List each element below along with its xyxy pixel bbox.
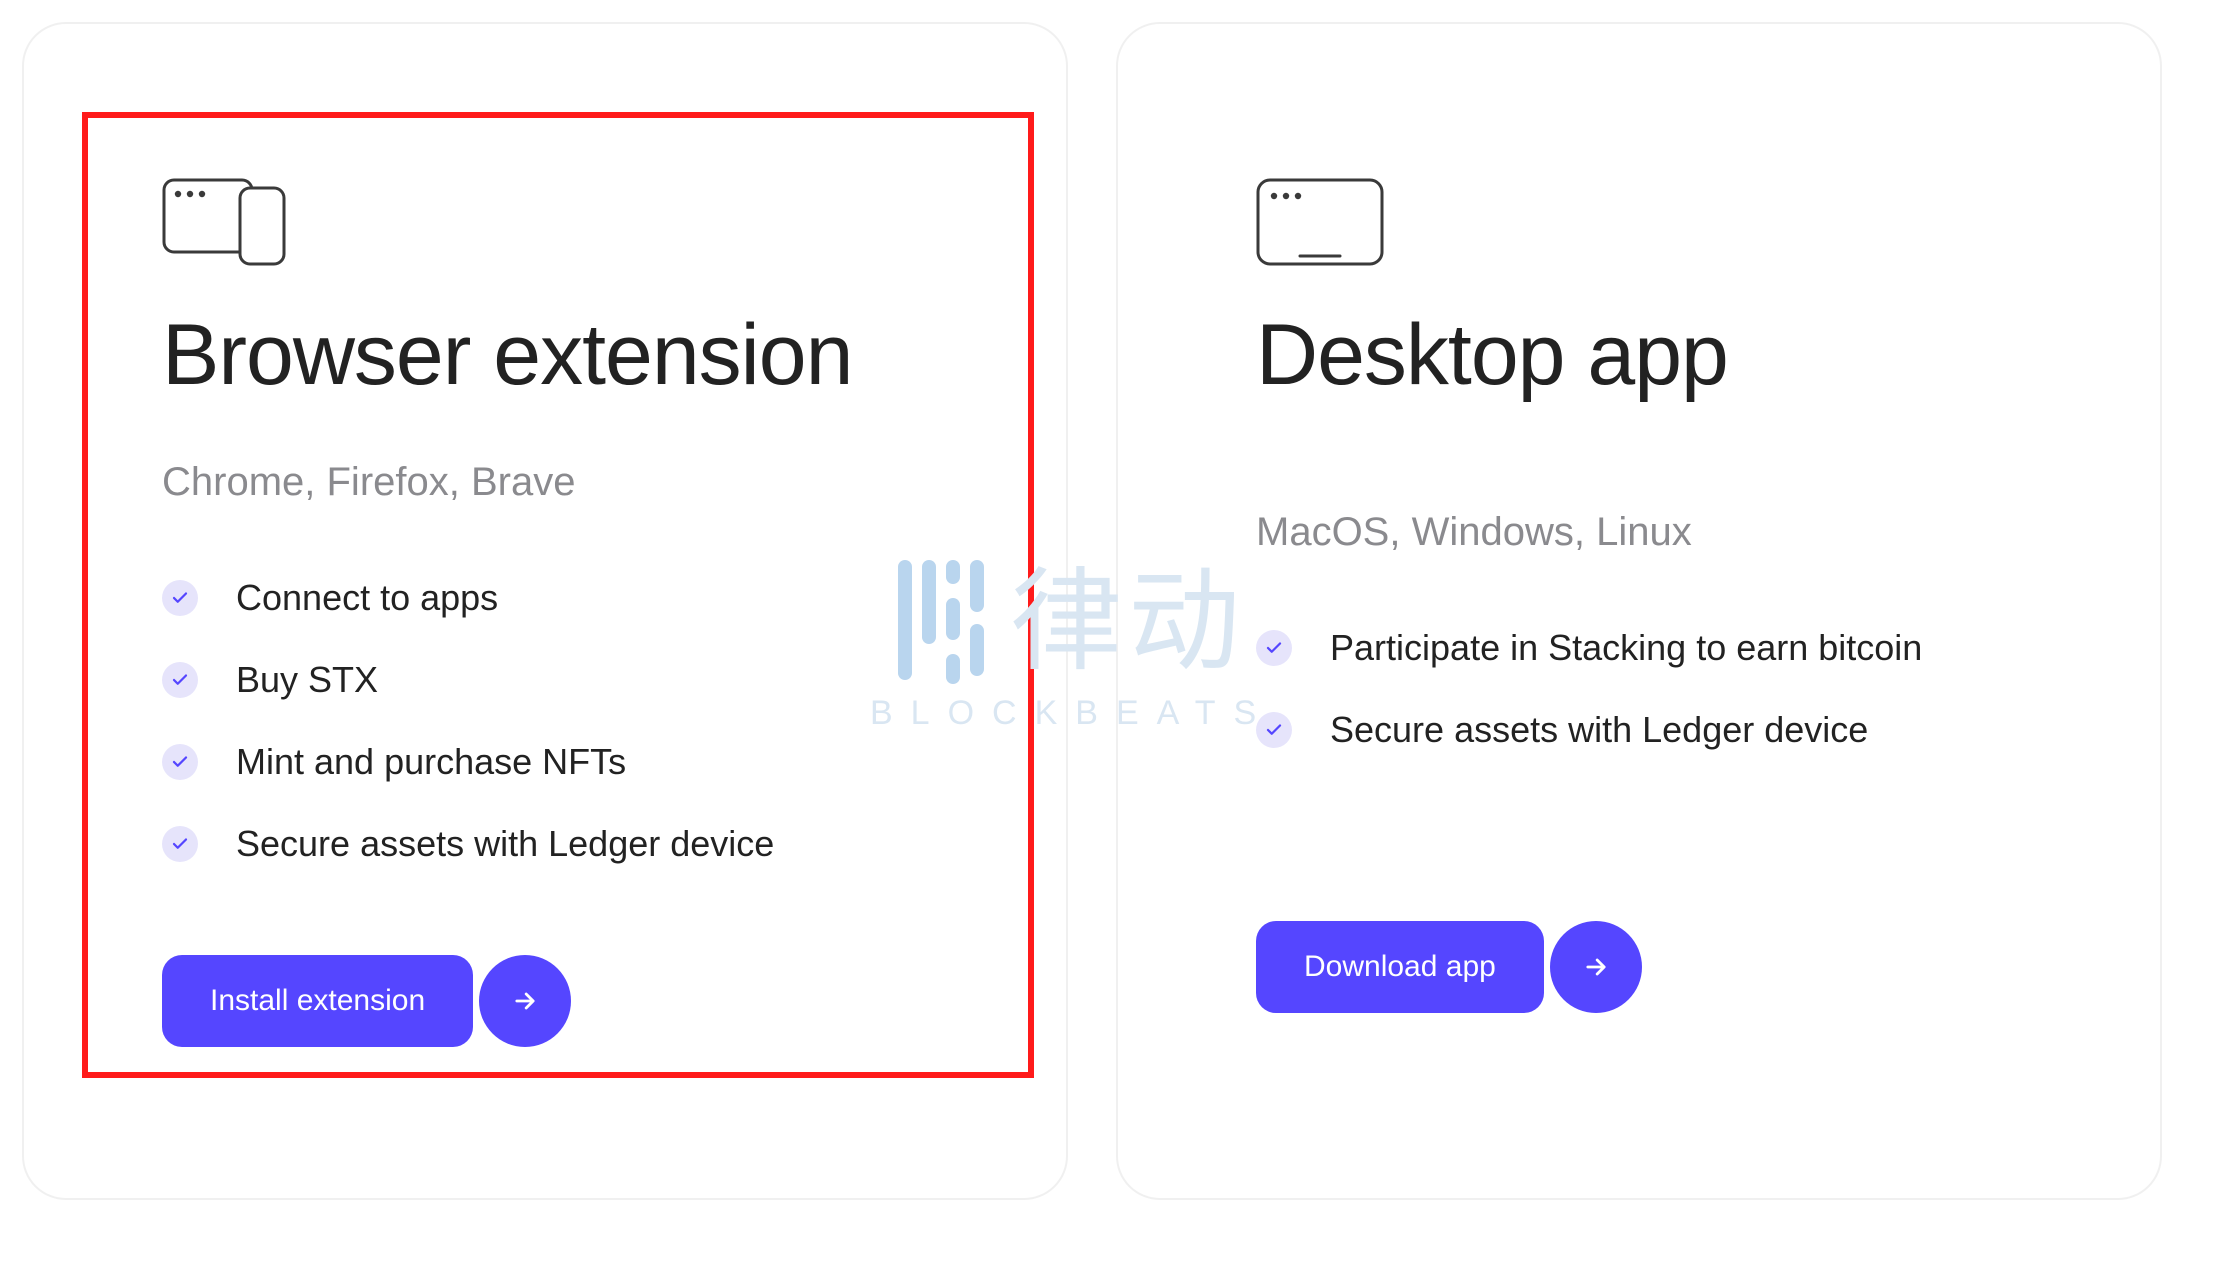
desktop-app-feature-list: Participate in Stacking to earn bitcoin … [1256, 627, 2060, 751]
list-item: Secure assets with Ledger device [162, 823, 966, 865]
list-item: Participate in Stacking to earn bitcoin [1256, 627, 2060, 669]
browser-extension-subtitle: Chrome, Firefox, Brave [162, 460, 966, 505]
check-icon [162, 580, 198, 616]
desktop-app-icon [1256, 178, 2060, 266]
feature-text: Buy STX [236, 659, 378, 701]
list-item: Mint and purchase NFTs [162, 741, 966, 783]
install-extension-button[interactable]: Install extension [162, 955, 473, 1047]
arrow-right-icon [1582, 953, 1610, 981]
list-item: Connect to apps [162, 577, 966, 619]
check-icon [1256, 712, 1292, 748]
browser-extension-card: Browser extension Chrome, Firefox, Brave… [22, 22, 1068, 1200]
download-app-arrow-button[interactable] [1550, 921, 1642, 1013]
feature-text: Secure assets with Ledger device [1330, 709, 1868, 751]
desktop-app-title: Desktop app [1256, 310, 2060, 400]
desktop-app-card: Desktop app MacOS, Windows, Linux Partic… [1116, 22, 2162, 1200]
download-app-button[interactable]: Download app [1256, 921, 1544, 1013]
check-icon [1256, 630, 1292, 666]
list-item: Secure assets with Ledger device [1256, 709, 2060, 751]
feature-text: Secure assets with Ledger device [236, 823, 774, 865]
install-extension-arrow-button[interactable] [479, 955, 571, 1047]
list-item: Buy STX [162, 659, 966, 701]
check-icon [162, 744, 198, 780]
check-icon [162, 826, 198, 862]
browser-extension-icon [162, 178, 966, 266]
browser-extension-title: Browser extension [162, 310, 966, 400]
feature-text: Mint and purchase NFTs [236, 741, 626, 783]
check-icon [162, 662, 198, 698]
feature-text: Connect to apps [236, 577, 498, 619]
desktop-app-subtitle: MacOS, Windows, Linux [1256, 510, 2060, 555]
feature-text: Participate in Stacking to earn bitcoin [1330, 627, 1922, 669]
arrow-right-icon [511, 987, 539, 1015]
browser-extension-feature-list: Connect to apps Buy STX Mint and purchas… [162, 577, 966, 865]
